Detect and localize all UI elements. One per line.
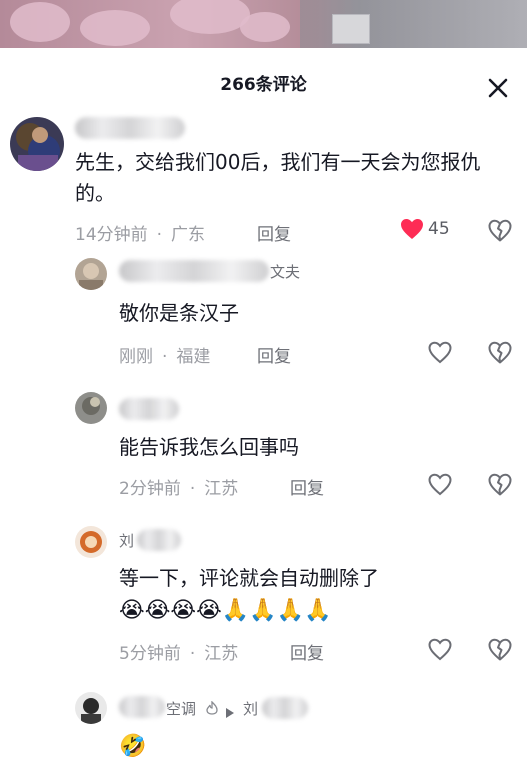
background-sign [332, 14, 370, 44]
reply-text: 🤣 [119, 730, 146, 761]
avatar[interactable] [75, 392, 107, 424]
comment-sheet: 266条评论 先生，交给我们00后，我们有一天会为您报仇的。 14分钟前 · 广东 … [0, 48, 527, 761]
reply-time: 2分钟前 [119, 479, 181, 499]
comment-meta: 14分钟前 · 广东 [75, 225, 206, 245]
username-blurred[interactable] [119, 260, 269, 282]
dislike-icon[interactable] [488, 219, 512, 243]
reply-text-body: 等一下，评论就会自动删除了 [119, 566, 379, 590]
play-triangle-icon [225, 703, 235, 718]
avatar[interactable] [75, 526, 107, 558]
reply-text: 敬你是条汉子 [119, 301, 239, 325]
username-blurred[interactable] [262, 697, 308, 719]
username-blurred[interactable] [119, 398, 179, 420]
background-video-frame [0, 0, 527, 48]
comment-location: 广东 [171, 225, 206, 245]
background-flowers [80, 10, 150, 46]
comment-text: 先生，交给我们00后，我们有一天会为您报仇的。 [75, 150, 481, 205]
dislike-icon[interactable] [488, 341, 512, 365]
reply-username[interactable]: 刘 [119, 530, 134, 551]
reply-button[interactable]: 回复 [257, 342, 291, 367]
reply-meta: 5分钟前 · 江苏 [119, 644, 239, 664]
reply-username[interactable]: 空调 [166, 698, 196, 719]
background-flowers [240, 12, 290, 42]
reply-meta: 2分钟前 · 江苏 [119, 479, 239, 499]
heart-icon[interactable] [428, 341, 452, 365]
reply-time: 刚刚 [119, 347, 153, 367]
reply-location: 福建 [176, 347, 211, 367]
reply-button[interactable]: 回复 [290, 639, 324, 664]
reply-location: 江苏 [204, 479, 239, 499]
avatar[interactable] [75, 692, 107, 724]
reply-username[interactable]: 文夫 [270, 261, 300, 282]
username-blurred[interactable] [137, 529, 181, 551]
like-count: 45 [428, 219, 450, 239]
avatar[interactable] [75, 258, 107, 290]
avatar[interactable] [10, 117, 64, 171]
reply-time: 5分钟前 [119, 644, 181, 664]
crying-pray-emojis: 😭😭😭😭🙏🙏🙏🙏 [119, 597, 332, 623]
username-blurred[interactable] [119, 696, 165, 718]
dislike-icon[interactable] [488, 638, 512, 662]
laughing-emoji: 🤣 [119, 733, 147, 759]
like-button[interactable]: 45 [400, 218, 450, 240]
background-flowers [170, 0, 250, 34]
username-blurred[interactable] [75, 117, 185, 139]
background-flowers [10, 2, 70, 42]
reply-text: 等一下，评论就会自动删除了 😭😭😭😭🙏🙏🙏🙏 [119, 563, 519, 625]
reply-meta: 刚刚 · 福建 [119, 347, 211, 367]
comment-count-title: 266条评论 [220, 75, 307, 95]
fire-badge-icon [206, 700, 218, 715]
reply-location: 江苏 [204, 644, 239, 664]
reply-button[interactable]: 回复 [290, 474, 324, 499]
reply-text: 能告诉我怎么回事吗 [119, 435, 299, 459]
heart-icon [401, 219, 423, 239]
heart-icon[interactable] [428, 473, 452, 497]
reply-button[interactable]: 回复 [257, 220, 291, 245]
dislike-icon[interactable] [488, 473, 512, 497]
comment-time: 14分钟前 [75, 225, 148, 245]
heart-icon[interactable] [428, 638, 452, 662]
reply-to-username[interactable]: 刘 [243, 698, 258, 719]
close-icon[interactable] [486, 76, 510, 100]
